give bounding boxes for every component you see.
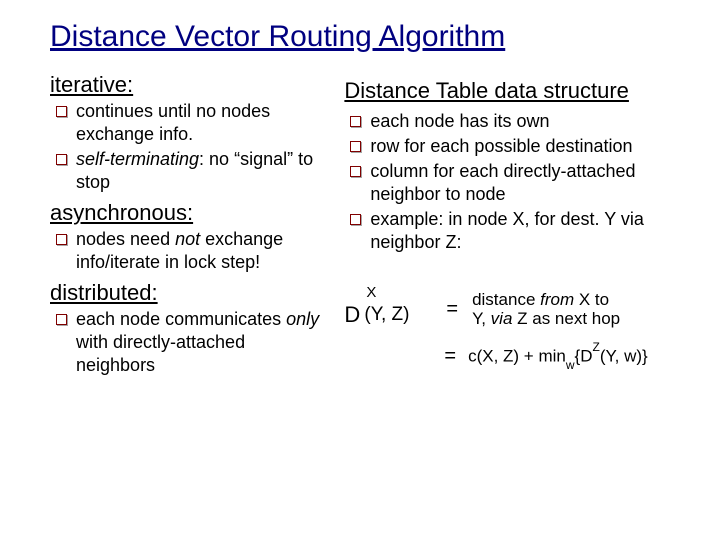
bullet-em: only bbox=[286, 309, 319, 329]
bullet-text: continues until no nodes exchange info. bbox=[76, 101, 270, 144]
list-asynchronous: nodes need not exchange info/iterate in … bbox=[50, 228, 326, 274]
equation-block: X D (Y, Z) = distance from X to Y, via Z… bbox=[344, 284, 680, 369]
heading-iterative: iterative: bbox=[50, 72, 326, 98]
bullet-item: column for each directly-attached neighb… bbox=[348, 160, 680, 206]
bullet-em: not bbox=[175, 229, 200, 249]
equation-row-1: X D (Y, Z) = distance from X to Y, via Z… bbox=[344, 284, 680, 334]
bullet-item: example: in node X, for dest. Y via neig… bbox=[348, 208, 680, 254]
equals-sign: = bbox=[446, 298, 458, 321]
rhs-text: distance bbox=[472, 290, 540, 309]
rhs-text: (Y, w)} bbox=[600, 347, 648, 366]
bullet-item: continues until no nodes exchange info. bbox=[54, 100, 326, 146]
bullet-item: each node has its own bbox=[348, 110, 680, 133]
equation-D: D bbox=[344, 302, 360, 328]
bullet-item: row for each possible destination bbox=[348, 135, 680, 158]
equation-lhs: X D (Y, Z) bbox=[344, 284, 432, 334]
rhs-em: via bbox=[491, 309, 513, 328]
rhs-text: Z as next hop bbox=[512, 309, 620, 328]
equation-row-2: = c(X, Z) + minw{DZ(Y, w)} bbox=[444, 344, 680, 369]
left-column: iterative: continues until no nodes exch… bbox=[50, 68, 326, 383]
bullet-item: each node communicates only with directl… bbox=[54, 308, 326, 377]
equals-sign: = bbox=[444, 345, 456, 368]
equation-superscript-z: Z bbox=[592, 340, 599, 354]
heading-distance-table: Distance Table data structure bbox=[344, 78, 680, 104]
bullet-text: row for each possible destination bbox=[370, 136, 632, 156]
bullet-item: self-terminating: no “signal” to stop bbox=[54, 148, 326, 194]
bullet-text: with directly-attached neighbors bbox=[76, 332, 245, 375]
bullet-item: nodes need not exchange info/iterate in … bbox=[54, 228, 326, 274]
bullet-text: example: in node X, for dest. Y via neig… bbox=[370, 209, 644, 252]
equation-subscript-w: w bbox=[566, 358, 575, 372]
slide-title: Distance Vector Routing Algorithm bbox=[50, 20, 680, 54]
equation-args: (Y, Z) bbox=[364, 304, 409, 326]
heading-distributed: distributed: bbox=[50, 280, 326, 306]
list-distance-table: each node has its own row for each possi… bbox=[344, 110, 680, 254]
equation-rhs-text: distance from X to Y, via Z as next hop bbox=[472, 290, 620, 329]
list-distributed: each node communicates only with directl… bbox=[50, 308, 326, 377]
bullet-text: nodes need bbox=[76, 229, 175, 249]
equation-superscript-x: X bbox=[366, 284, 376, 301]
slide: Distance Vector Routing Algorithm iterat… bbox=[0, 0, 720, 540]
rhs-text: c(X, Z) + min bbox=[468, 347, 566, 366]
rhs-em: from bbox=[540, 290, 574, 309]
bullet-em: self-terminating bbox=[76, 149, 199, 169]
columns: iterative: continues until no nodes exch… bbox=[50, 68, 680, 383]
equation-rhs-formula: c(X, Z) + minw{DZ(Y, w)} bbox=[468, 344, 648, 369]
bullet-text: column for each directly-attached neighb… bbox=[370, 161, 635, 204]
right-column: Distance Table data structure each node … bbox=[344, 68, 680, 383]
bullet-text: each node has its own bbox=[370, 111, 549, 131]
list-iterative: continues until no nodes exchange info. … bbox=[50, 100, 326, 194]
bullet-text: each node communicates bbox=[76, 309, 286, 329]
heading-asynchronous: asynchronous: bbox=[50, 200, 326, 226]
rhs-text: {D bbox=[575, 347, 593, 366]
